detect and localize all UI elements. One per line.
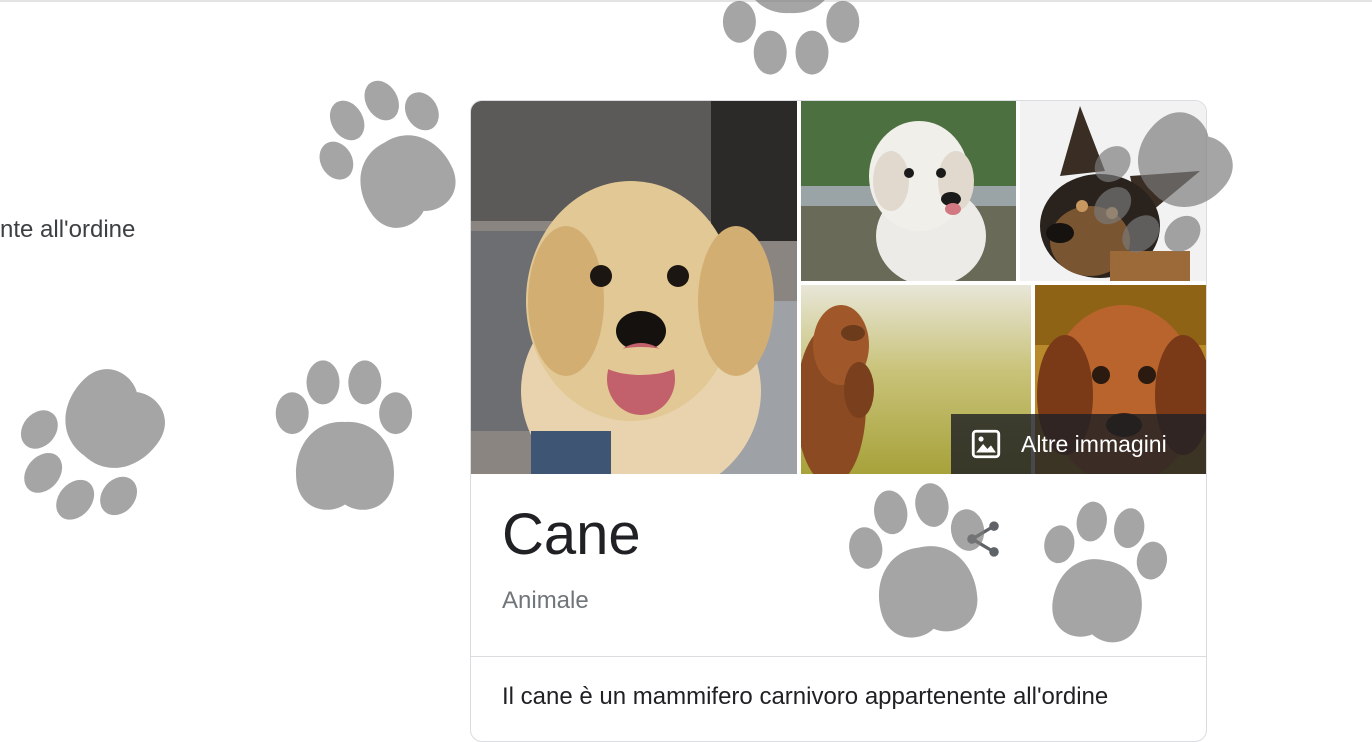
paw-print-3 [275,360,413,510]
image-grid: Altre immagini [471,101,1206,474]
more-images-label: Altre immagini [1021,430,1167,457]
knowledge-panel: Altre immagini Cane Animale Il cane è un… [470,100,1207,742]
paw-print-2 [0,344,194,548]
panel-divider [471,656,1206,657]
image-golden-retriever-puppy[interactable] [471,101,797,474]
share-icon[interactable] [961,517,1005,561]
panel-title: Cane [502,502,641,567]
panel-description: Il cane è un mammifero carnivoro apparte… [502,683,1109,710]
image-german-shepherd[interactable] [1020,101,1206,281]
more-images-button[interactable]: Altre immagini [951,414,1206,474]
panel-subtitle: Animale [502,587,589,614]
paw-print-4 [722,0,860,75]
search-result-snippet[interactable]: nte all'ordine [0,216,135,244]
image-icon [971,429,1001,459]
image-white-poodle-mix[interactable] [801,101,1016,281]
top-divider [0,0,1372,2]
paw-print-1 [297,59,482,249]
